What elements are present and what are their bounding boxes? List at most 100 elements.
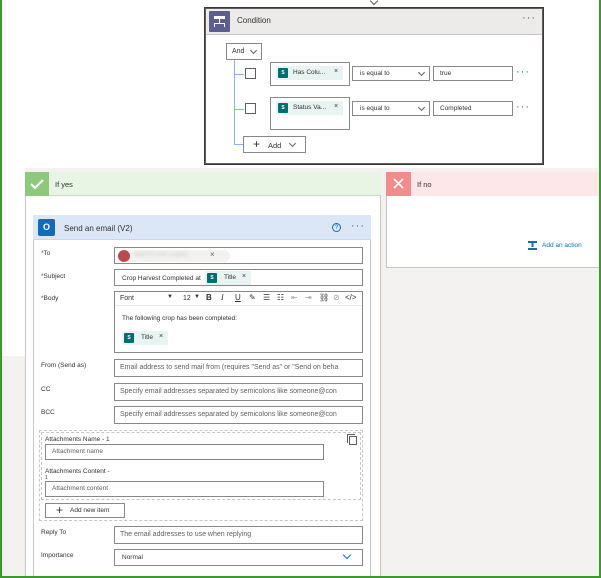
chevron-down-icon — [288, 139, 297, 148]
group-operator-select[interactable]: And — [226, 43, 262, 60]
subject-field[interactable]: Crop Harvest Completed at S Title × — [114, 269, 363, 286]
token-label-2: Status Va... — [293, 104, 327, 111]
add-new-item-label: Add new item — [70, 507, 110, 514]
font-size-select[interactable]: 12 — [183, 295, 191, 302]
value-label-1: true — [440, 70, 452, 77]
row-checkbox-1[interactable] — [245, 68, 256, 79]
subject-token-label: Title — [224, 274, 237, 281]
bcc-field[interactable]: Specify email addresses separated by sem… — [114, 406, 363, 424]
condition-token-2[interactable]: S Status Va... × — [276, 101, 343, 115]
if-no-title: If no — [417, 180, 432, 189]
group-bracket-line — [234, 60, 235, 144]
brush-icon[interactable]: ✎ — [249, 293, 256, 302]
sharepoint-icon: S — [278, 103, 288, 113]
importance-select[interactable]: Normal — [114, 549, 363, 566]
token-remove-icon[interactable]: × — [242, 273, 246, 280]
body-text: The following crop has been completed: — [122, 315, 237, 322]
underline-icon[interactable]: U — [235, 293, 241, 302]
row-connector-2 — [234, 109, 244, 110]
plus-icon: + — [56, 503, 64, 517]
operator-label-1: is equal to — [360, 70, 390, 77]
recipient-remove-icon[interactable]: × — [210, 250, 215, 259]
reply-to-label: Reply To — [41, 529, 67, 536]
size-caret-icon[interactable]: ▼ — [194, 294, 200, 300]
indent-icon[interactable]: ⇥ — [305, 293, 312, 302]
from-field[interactable]: Email address to send mail from (require… — [114, 359, 363, 377]
font-caret-icon[interactable]: ▼ — [167, 294, 173, 300]
condition-operator-1[interactable]: is equal to — [352, 66, 430, 81]
condition-icon — [209, 11, 230, 32]
unlink-icon[interactable]: ⊘ — [333, 293, 340, 302]
condition-title: Condition — [237, 16, 271, 25]
token-remove-icon[interactable]: × — [334, 103, 338, 110]
row-more-icon-1[interactable]: ··· — [516, 66, 530, 78]
attachment-content-field[interactable]: Attachment content — [45, 481, 324, 497]
plus-icon: + — [253, 137, 261, 151]
bcc-placeholder: Specify email addresses separated by sem… — [120, 411, 337, 418]
if-yes-title: If yes — [55, 180, 73, 189]
importance-label: Importance — [41, 552, 74, 559]
body-token-label: Title — [141, 334, 154, 341]
font-select[interactable]: Font — [120, 295, 134, 302]
chevron-down-icon — [417, 103, 426, 112]
recipient-name: Blurred User (Ligne) — [134, 252, 189, 258]
to-field[interactable]: Blurred User (Ligne) × — [114, 247, 363, 264]
if-yes-header[interactable] — [25, 172, 381, 196]
add-condition-button[interactable]: + Add — [243, 136, 306, 153]
importance-value: Normal — [122, 554, 143, 561]
help-glyph: ? — [334, 225, 339, 231]
sharepoint-icon: S — [278, 68, 288, 78]
add-action-link[interactable]: Add an action — [542, 242, 582, 249]
condition-more-icon[interactable]: ··· — [522, 12, 536, 24]
body-title-token[interactable]: S Title × — [122, 331, 168, 345]
body-label: *Body — [41, 295, 58, 302]
bold-icon[interactable]: B — [206, 293, 212, 302]
add-new-item-button[interactable]: + Add new item — [45, 503, 125, 518]
attachment-name-label: Attachments Name - 1 — [45, 436, 110, 443]
reply-to-field[interactable]: The email addresses to use when replying — [114, 526, 363, 544]
subject-label: *Subject — [41, 273, 65, 280]
condition-value-2[interactable]: Completed — [433, 101, 513, 116]
token-remove-icon[interactable]: × — [334, 68, 338, 75]
copy-icon[interactable] — [347, 434, 357, 445]
chevron-down-icon — [342, 550, 352, 560]
outlook-icon: O — [38, 219, 55, 236]
bullet-list-icon[interactable]: ☰ — [263, 293, 270, 302]
to-label: *To — [41, 250, 50, 257]
row-checkbox-2[interactable] — [245, 103, 256, 114]
add-action-icon[interactable] — [527, 240, 538, 251]
close-icon — [386, 172, 411, 196]
add-label: Add — [268, 141, 282, 150]
cc-placeholder: Specify email addresses separated by sem… — [120, 388, 337, 395]
link-icon[interactable]: ⛓ — [319, 293, 329, 302]
condition-token-1[interactable]: S Has Colu... × — [276, 66, 343, 80]
canvas-left-strip — [2, 168, 25, 356]
to-label-text: To — [43, 250, 51, 257]
token-label-1: Has Colu... — [293, 69, 326, 76]
numbered-list-icon[interactable]: ☷ — [277, 293, 284, 302]
code-view-icon[interactable]: </> — [345, 293, 357, 302]
body-toolbar: Font ▼ 12 ▼ B I U ✎ ☰ ☷ ⇤ ⇥ ⛓ ⊘ </> — [115, 292, 362, 306]
condition-value-1[interactable]: true — [433, 66, 513, 81]
recipient-chip[interactable]: Blurred User (Ligne) × — [118, 250, 230, 262]
subject-text: Crop Harvest Completed at — [122, 275, 201, 282]
bcc-label: BCC — [41, 409, 55, 416]
token-remove-icon[interactable]: × — [159, 333, 163, 340]
outdent-icon[interactable]: ⇤ — [291, 293, 298, 302]
condition-operator-2[interactable]: is equal to — [352, 101, 430, 116]
help-icon[interactable]: ? — [332, 223, 341, 232]
sharepoint-icon: S — [124, 333, 134, 343]
email-more-icon[interactable]: ··· — [351, 220, 365, 232]
from-placeholder: Email address to send mail from (require… — [120, 364, 339, 371]
attachment-name-field[interactable]: Attachment name — [45, 444, 324, 460]
subject-title-token[interactable]: S Title × — [205, 271, 251, 285]
body-editor[interactable]: Font ▼ 12 ▼ B I U ✎ ☰ ☷ ⇤ ⇥ ⛓ ⊘ </> The … — [114, 291, 363, 353]
attachment-content-placeholder: Attachment content — [52, 485, 109, 492]
row-more-icon-2[interactable]: ··· — [516, 101, 530, 113]
from-label: From (Send as) — [41, 362, 87, 369]
attachment-name-placeholder: Attachment name — [52, 448, 103, 455]
row-connector-1 — [234, 74, 244, 75]
cc-field[interactable]: Specify email addresses separated by sem… — [114, 383, 363, 401]
italic-icon[interactable]: I — [221, 293, 224, 302]
cc-label: CC — [41, 386, 51, 393]
